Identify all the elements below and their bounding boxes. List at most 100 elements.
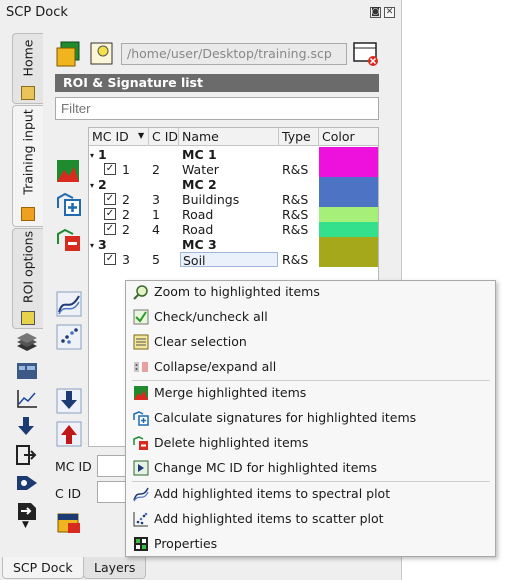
roi-row[interactable]: ✓ 2 4 Road R&S [89, 222, 378, 237]
menu-item-delete[interactable]: Delete highlighted items [126, 432, 495, 456]
column-header-name[interactable]: Name [179, 128, 279, 146]
properties-icon [134, 537, 148, 551]
item-checkbox[interactable]: ✓ [104, 163, 116, 175]
menu-separator [132, 481, 490, 482]
classification-button[interactable] [12, 470, 42, 496]
tab-training-input[interactable]: Training input [12, 105, 43, 227]
process-arrow-icon [17, 476, 37, 490]
menu-item-check-all[interactable]: Check/uncheck all [126, 306, 495, 330]
float-dock-button[interactable]: ◙ [370, 7, 381, 18]
roi-row[interactable]: ✓ 2 3 Buildings R&S [89, 192, 378, 207]
menu-item-zoom[interactable]: Zoom to highlighted items [126, 281, 495, 305]
roi-row[interactable]: ✓ 2 1 Road R&S [89, 207, 378, 222]
tab-training-input-label: Training input [20, 109, 36, 195]
c-id-input[interactable] [97, 481, 127, 503]
band-set-button[interactable] [12, 330, 42, 356]
menu-item-merge[interactable]: Merge highlighted items [126, 382, 495, 406]
color-swatch[interactable] [319, 207, 378, 222]
calculate-signature-icon [57, 192, 81, 216]
tab-roi-options-label: ROI options [20, 230, 36, 304]
menu-item-change-mc-id[interactable]: Change MC ID for highlighted items [126, 457, 495, 481]
export-signatures-button[interactable] [55, 387, 83, 415]
collapse-arrow-icon[interactable]: ▾ [90, 178, 94, 193]
table-header: MC ID ▼ C ID Name Type Color [89, 128, 378, 146]
mc-id-label: MC ID [55, 459, 92, 474]
band-processing-button[interactable] [12, 358, 42, 384]
chevron-down-icon: ▼ [22, 520, 29, 530]
close-dock-button[interactable]: ✕ [384, 7, 395, 18]
upload-arrow-icon [56, 421, 82, 447]
menu-item-properties[interactable]: Properties [126, 533, 495, 557]
remove-file-icon [353, 42, 378, 66]
clear-selection-icon [133, 334, 149, 350]
column-header-mc-id[interactable]: MC ID ▼ [89, 128, 149, 146]
check-icon [133, 309, 149, 325]
tab-home[interactable]: Home [12, 33, 43, 104]
arrow-out-icon [18, 503, 36, 520]
add-to-spectral-plot-button[interactable] [55, 290, 83, 318]
collapse-icon [134, 362, 148, 372]
roi-row[interactable]: ✓ 3 5 Soil R&S [89, 252, 378, 268]
download-button[interactable] [12, 414, 42, 440]
menu-separator [132, 380, 490, 381]
merge-items-button[interactable] [55, 157, 83, 185]
open-file-icon [90, 42, 113, 65]
change-mc-id-button[interactable] [55, 509, 83, 537]
delete-icon [57, 228, 80, 251]
training-file-path-field: /home/user/Desktop/training.scp [121, 43, 347, 65]
context-menu: Zoom to highlighted items Check/uncheck … [125, 280, 496, 557]
tab-layers[interactable]: Layers [83, 557, 147, 579]
spectral-plot-icon [56, 291, 82, 317]
new-training-file-icon [56, 41, 80, 67]
delete-items-button[interactable] [55, 226, 83, 254]
roi-row[interactable]: ✓ 1 2 Water R&S [89, 162, 378, 177]
download-arrow-icon [18, 417, 34, 435]
tab-scp-dock[interactable]: SCP Dock [2, 557, 84, 579]
layers-icon [17, 333, 37, 351]
item-checkbox[interactable]: ✓ [104, 253, 116, 265]
c-id-label: C ID [55, 486, 82, 501]
home-tab-icon [21, 86, 35, 100]
spectral-graph-button[interactable] [12, 386, 42, 412]
macroclass-row[interactable]: ▾ 1 MC 1 [89, 147, 378, 177]
calculate-signature-icon [133, 411, 149, 426]
tab-roi-options[interactable]: ROI options [12, 228, 43, 329]
tab-home-label: Home [20, 39, 36, 77]
color-swatch[interactable] [319, 222, 378, 237]
mc-id-input[interactable] [97, 455, 127, 477]
filter-input[interactable] [55, 97, 379, 120]
macroclass-row[interactable]: ▾ 2 MC 2 [89, 177, 378, 207]
menu-item-clear-selection[interactable]: Clear selection [126, 331, 495, 355]
merge-icon [57, 160, 79, 182]
item-checkbox[interactable]: ✓ [104, 208, 116, 220]
delete-icon [133, 436, 148, 450]
add-to-scatter-plot-button[interactable] [55, 323, 83, 351]
roi-options-tab-icon [21, 311, 35, 325]
column-header-color[interactable]: Color [319, 128, 378, 146]
preprocessing-button[interactable] [12, 442, 42, 468]
roi-signature-list-header: ROI & Signature list [55, 74, 379, 92]
macroclass-row[interactable]: ▾ 3 MC 3 [89, 237, 378, 267]
create-training-input-button[interactable] [55, 40, 83, 68]
graph-icon [17, 390, 37, 408]
collapse-arrow-icon[interactable]: ▾ [90, 148, 94, 163]
collapse-arrow-icon[interactable]: ▾ [90, 238, 94, 253]
menu-item-calculate-signatures[interactable]: Calculate signatures for highlighted ite… [126, 407, 495, 431]
arrow-in-icon [16, 445, 37, 465]
column-header-c-id[interactable]: C ID [149, 128, 179, 146]
import-signatures-button[interactable] [55, 420, 83, 448]
sort-descending-icon: ▼ [138, 131, 145, 140]
reset-training-input-button[interactable] [352, 40, 380, 68]
item-checkbox[interactable]: ✓ [104, 223, 116, 235]
download-arrow-icon [56, 388, 82, 414]
training-input-tab-icon [21, 207, 35, 221]
menu-item-collapse-expand[interactable]: Collapse/expand all [126, 356, 495, 380]
scroll-down-button[interactable]: ▼ [12, 520, 42, 534]
column-header-type[interactable]: Type [279, 128, 319, 146]
menu-item-scatter-plot[interactable]: Add highlighted items to scatter plot [126, 508, 495, 532]
open-training-input-button[interactable] [88, 40, 116, 68]
item-checkbox[interactable]: ✓ [104, 193, 116, 205]
calculate-signatures-button[interactable] [55, 190, 83, 218]
menu-item-spectral-plot[interactable]: Add highlighted items to spectral plot [126, 483, 495, 507]
name-edit-field[interactable]: Soil [180, 252, 278, 268]
